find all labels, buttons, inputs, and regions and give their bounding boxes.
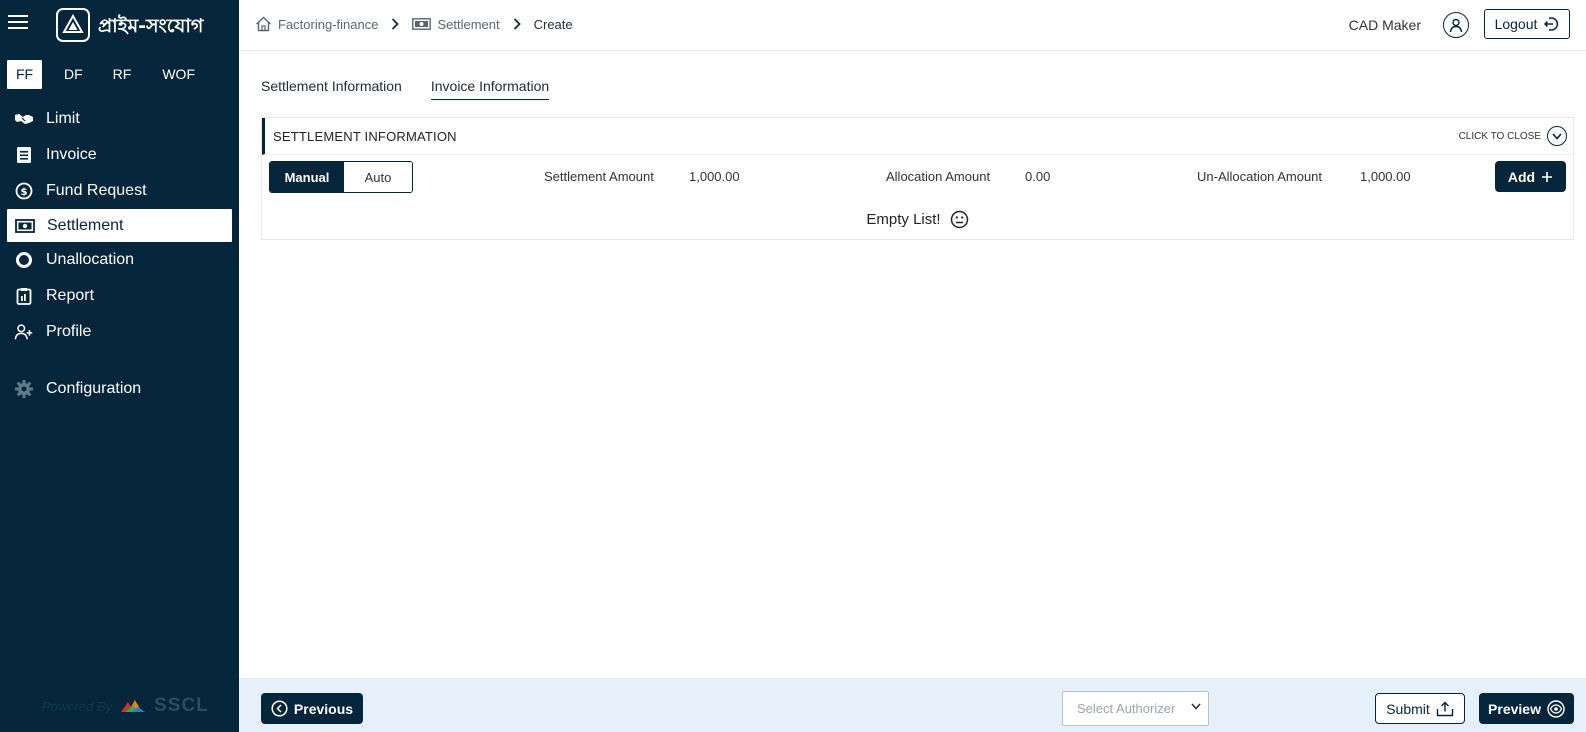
type-tab-wof[interactable]: WOF — [162, 60, 195, 89]
invoice-icon — [14, 145, 34, 165]
logout-button[interactable]: Logout — [1484, 9, 1570, 39]
powered-by-label: Powered By — [42, 698, 113, 714]
sidebar-item-unallocation[interactable]: Unallocation — [0, 242, 239, 278]
preview-button[interactable]: Preview — [1479, 693, 1574, 724]
mode-auto-button[interactable]: Auto — [344, 162, 412, 192]
cash-icon — [412, 18, 432, 30]
sidebar-item-label: Configuration — [46, 380, 142, 397]
cash-icon — [15, 216, 35, 236]
logout-label: Logout — [1494, 16, 1538, 32]
sidebar-item-label: Report — [46, 287, 95, 304]
add-label: Add — [1507, 168, 1536, 185]
previous-label: Previous — [293, 700, 354, 717]
breadcrumb-label: Factoring-finance — [278, 16, 379, 32]
dollar-coin-icon: $ — [14, 181, 34, 201]
breadcrumb-item-settlement[interactable]: Settlement — [412, 16, 500, 32]
finance-type-tabs: FF DF RF WOF — [7, 60, 195, 89]
sidebar-item-invoice[interactable]: Invoice — [0, 137, 239, 173]
panel-title: SETTLEMENT INFORMATION — [273, 129, 457, 144]
panel-header: SETTLEMENT INFORMATION CLICK TO CLOSE — [262, 118, 1573, 155]
authorizer-placeholder: Select Authorizer — [1077, 701, 1176, 716]
sidebar: প্রাইম-সংযোগ FF DF RF WOF Limit Invoice … — [0, 0, 239, 732]
neutral-face-icon — [950, 210, 968, 229]
sidebar-item-label: Settlement — [47, 216, 124, 234]
plus-icon — [1542, 171, 1553, 182]
settlement-information-panel: SETTLEMENT INFORMATION CLICK TO CLOSE Ma… — [261, 117, 1574, 240]
sidebar-item-configuration[interactable]: Configuration — [0, 371, 239, 407]
collapse-panel-toggle[interactable]: CLICK TO CLOSE — [1459, 126, 1567, 146]
authorizer-select[interactable]: Select Authorizer — [1062, 691, 1209, 726]
chevron-down-icon — [1191, 703, 1201, 710]
hamburger-menu-icon[interactable] — [8, 15, 28, 31]
previous-button[interactable]: Previous — [261, 693, 363, 724]
user-avatar-icon[interactable] — [1443, 12, 1469, 38]
breadcrumb-label: Create — [533, 16, 573, 32]
empty-list-text: Empty List! — [866, 211, 941, 228]
top-header: Factoring-finance Settlement Create CAD … — [239, 0, 1586, 51]
upload-icon — [1436, 701, 1453, 716]
preview-label: Preview — [1488, 700, 1541, 717]
content-tabs: Settlement Information Invoice Informati… — [261, 78, 550, 100]
powered-by-brand: SSCL — [154, 695, 209, 716]
chevron-left-circle-icon — [271, 700, 288, 717]
breadcrumb: Factoring-finance Settlement Create — [255, 16, 573, 32]
sidebar-item-profile[interactable]: Profile — [0, 314, 239, 350]
sidebar-item-label: Fund Request — [46, 182, 147, 199]
breadcrumb-label: Settlement — [437, 16, 500, 32]
unallocation-amount-label: Un-Allocation Amount — [1197, 169, 1323, 184]
action-footer: Previous Select Authorizer Submit Previe… — [239, 678, 1586, 732]
svg-text:$: $ — [21, 187, 28, 198]
sidebar-item-label: Invoice — [46, 146, 97, 163]
sidebar-nav: Limit Invoice $ Fund Request Settlement … — [0, 101, 239, 407]
allocation-amount-label: Allocation Amount — [886, 169, 991, 184]
brand-logo-icon — [56, 8, 90, 42]
settlement-amount-label: Settlement Amount — [544, 169, 654, 184]
type-tab-rf[interactable]: RF — [113, 60, 132, 89]
type-tab-df[interactable]: DF — [64, 60, 83, 89]
submit-button[interactable]: Submit — [1375, 693, 1465, 724]
sidebar-item-fund-request[interactable]: $ Fund Request — [0, 173, 239, 209]
sidebar-item-limit[interactable]: Limit — [0, 101, 239, 137]
current-user-name: CAD Maker — [1348, 17, 1421, 33]
chevron-right-icon — [513, 18, 521, 30]
chevron-down-icon — [1547, 126, 1567, 146]
allocation-mode-toggle: Manual Auto — [269, 161, 413, 193]
tab-settlement-information[interactable]: Settlement Information — [261, 78, 402, 100]
breadcrumb-item-factoring[interactable]: Factoring-finance — [255, 16, 378, 32]
mode-manual-button[interactable]: Manual — [270, 162, 344, 192]
chevron-right-icon — [391, 18, 400, 30]
home-icon — [256, 16, 271, 32]
clipboard-icon — [14, 286, 34, 306]
brand-name: প্রাইম-সংযোগ — [98, 15, 204, 37]
unallocation-amount-value: 1,000.00 — [1360, 169, 1411, 184]
powered-by: Powered By SSCL — [42, 695, 209, 717]
handshake-icon — [14, 109, 34, 129]
sidebar-item-label: Limit — [46, 110, 80, 127]
breadcrumb-item-create: Create — [534, 17, 573, 32]
gear-icon — [14, 379, 34, 399]
allocation-amount-value: 0.00 — [1025, 169, 1051, 184]
add-button[interactable]: Add — [1495, 161, 1566, 192]
sidebar-item-label: Profile — [46, 323, 92, 340]
type-tab-ff[interactable]: FF — [7, 60, 42, 89]
sscl-logo-icon — [121, 700, 146, 712]
settlement-amount-value: 1,000.00 — [689, 169, 740, 184]
tab-invoice-information[interactable]: Invoice Information — [430, 78, 550, 100]
sidebar-item-report[interactable]: Report — [0, 278, 239, 314]
eye-icon — [1547, 699, 1565, 718]
click-to-close-label: CLICK TO CLOSE — [1458, 130, 1541, 142]
logout-icon — [1544, 17, 1559, 31]
sidebar-item-settlement[interactable]: Settlement — [7, 209, 232, 242]
empty-list-message: Empty List! — [262, 210, 1573, 229]
submit-label: Submit — [1386, 700, 1430, 717]
user-plus-icon — [14, 322, 34, 342]
sidebar-item-label: Unallocation — [46, 251, 135, 268]
ring-icon — [14, 250, 34, 270]
